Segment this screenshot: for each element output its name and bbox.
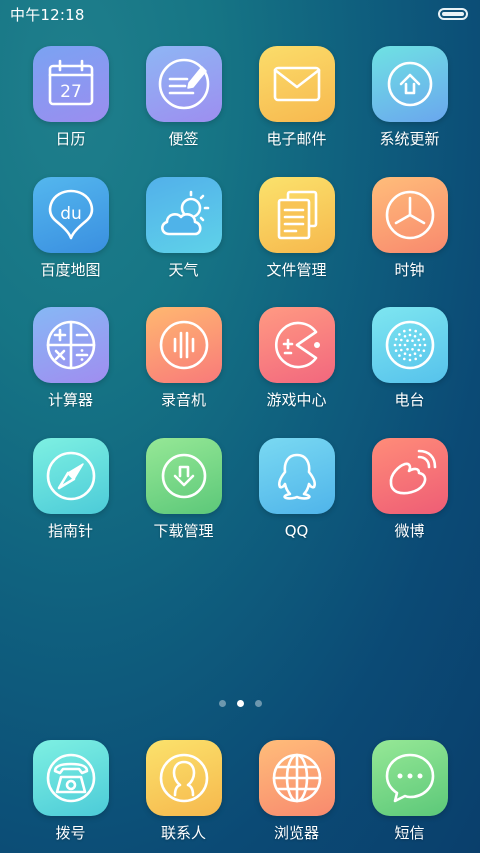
app-file-manager[interactable]: 文件管理 (240, 176, 353, 308)
app-label: 指南针 (47, 521, 93, 540)
app-label: 电子邮件 (266, 130, 327, 148)
person-icon[interactable] (145, 740, 222, 816)
app-dialer[interactable]: 拨号 (14, 740, 127, 842)
app-radio[interactable]: 电台 (353, 307, 466, 438)
telephone-icon[interactable] (32, 740, 109, 816)
app-label: 便签 (168, 130, 199, 148)
app-label: 短信 (394, 824, 425, 842)
page-dot[interactable] (254, 700, 262, 707)
radio-speaker-icon[interactable] (371, 307, 448, 383)
app-messages[interactable]: 短信 (353, 740, 466, 842)
app-weather[interactable]: 天气 (127, 176, 240, 308)
notepad-pencil-icon[interactable] (145, 46, 222, 122)
qq-penguin-icon[interactable] (258, 437, 335, 514)
calculator-icon[interactable] (32, 307, 109, 383)
app-email[interactable]: 电子邮件 (240, 46, 353, 177)
page-dot[interactable] (236, 700, 244, 707)
app-grid: 27 日历 便签 电子邮件 系统更新 du 百度地图 天气 文件管理 时钟计算器 录音机 游戏中心 电台… (14, 46, 466, 568)
app-label: 录音机 (160, 391, 206, 409)
app-game-center[interactable]: 游戏中心 (240, 307, 353, 438)
app-calculator[interactable]: 计算器 (14, 307, 127, 438)
documents-icon[interactable] (258, 176, 335, 253)
app-label: 文件管理 (266, 260, 327, 279)
app-baidu-map[interactable]: du 百度地图 (14, 176, 127, 308)
cloud-sun-icon[interactable] (145, 176, 222, 253)
app-label: 系统更新 (379, 130, 440, 148)
battery-level (442, 12, 464, 16)
app-browser[interactable]: 浏览器 (240, 740, 353, 842)
app-recorder[interactable]: 录音机 (127, 307, 240, 438)
app-label: 下载管理 (153, 521, 214, 540)
sound-wave-icon[interactable] (145, 307, 222, 383)
page-indicator[interactable] (0, 700, 480, 707)
app-label: 拨号 (55, 824, 86, 842)
calendar-icon[interactable]: 27 (32, 46, 109, 122)
map-pin-du-icon[interactable]: du (32, 176, 109, 253)
arrow-down-circle-icon[interactable] (145, 437, 222, 514)
app-label: 电台 (394, 391, 425, 409)
app-label: 游戏中心 (266, 391, 327, 409)
app-qq[interactable]: QQ (240, 437, 353, 569)
app-label: 百度地图 (40, 260, 101, 279)
svg-text:27: 27 (60, 82, 82, 102)
pacman-icon[interactable] (258, 307, 335, 383)
app-contacts[interactable]: 联系人 (127, 740, 240, 842)
envelope-icon[interactable] (258, 46, 335, 122)
app-label: 联系人 (160, 824, 206, 842)
battery-icon (438, 8, 468, 20)
clock-icon[interactable] (371, 176, 448, 253)
chat-bubble-icon[interactable] (371, 740, 448, 816)
app-label: 浏览器 (273, 824, 319, 842)
compass-icon[interactable] (32, 437, 109, 514)
app-weibo[interactable]: 微博 (353, 437, 466, 569)
app-compass[interactable]: 指南针 (14, 437, 127, 569)
weibo-icon[interactable] (371, 437, 448, 514)
app-download-manager[interactable]: 下载管理 (127, 437, 240, 569)
page-dot[interactable] (218, 700, 226, 707)
app-label: 时钟 (394, 260, 425, 279)
app-clock[interactable]: 时钟 (353, 176, 466, 308)
app-calendar[interactable]: 27 日历 (14, 46, 127, 177)
status-bar: 中午12:18 (0, 0, 480, 28)
app-system-update[interactable]: 系统更新 (353, 46, 466, 177)
dock: 拨号 联系人 浏览器 短信 (14, 740, 466, 842)
app-label: 天气 (168, 260, 199, 279)
arrow-up-circle-icon[interactable] (371, 46, 448, 122)
app-label: QQ (284, 521, 309, 540)
status-time: 中午12:18 (10, 5, 85, 24)
app-label: 日历 (55, 130, 86, 148)
app-label: 计算器 (47, 391, 93, 409)
globe-icon[interactable] (258, 740, 335, 816)
app-label: 微博 (394, 521, 425, 540)
svg-text:du: du (60, 204, 82, 224)
app-notes[interactable]: 便签 (127, 46, 240, 177)
